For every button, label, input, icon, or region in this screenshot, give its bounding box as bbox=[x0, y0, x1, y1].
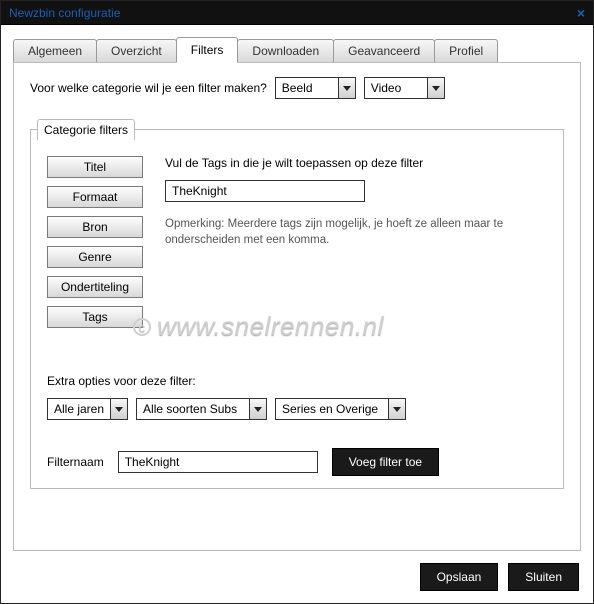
close-icon[interactable]: × bbox=[577, 6, 585, 20]
tab-body: Voor welke categorie wil je een filter m… bbox=[13, 62, 581, 551]
tags-input[interactable] bbox=[165, 180, 365, 202]
extra-options: Extra opties voor deze filter: Alle jare… bbox=[47, 374, 547, 476]
subcategory-select[interactable]: Video bbox=[364, 77, 445, 99]
subs-select[interactable]: Alle soorten Subs bbox=[136, 398, 267, 420]
close-button[interactable]: Sluiten bbox=[508, 563, 579, 591]
category-filters-fieldset: Categorie filters Titel Formaat Bron Gen… bbox=[30, 119, 564, 489]
filtername-row: Filternaam Voeg filter toe bbox=[47, 448, 547, 476]
category-question-row: Voor welke categorie wil je een filter m… bbox=[30, 77, 564, 99]
btn-bron[interactable]: Bron bbox=[47, 216, 143, 238]
filter-kind-buttons: Titel Formaat Bron Genre Ondertiteling T… bbox=[47, 156, 143, 346]
tab-profiel[interactable]: Profiel bbox=[434, 39, 498, 63]
chevron-down-icon bbox=[110, 399, 127, 419]
filtername-input[interactable] bbox=[118, 451, 318, 473]
chevron-down-icon bbox=[388, 399, 405, 419]
window-title: Newzbin configuratie bbox=[9, 6, 120, 20]
series-select-value: Series en Overige bbox=[276, 402, 388, 416]
chevron-down-icon bbox=[249, 399, 266, 419]
category-select-value: Beeld bbox=[276, 81, 338, 95]
btn-tags[interactable]: Tags bbox=[47, 306, 143, 328]
chevron-down-icon bbox=[427, 78, 444, 98]
tags-input-label: Vul de Tags in die je wilt toepassen op … bbox=[165, 156, 547, 170]
footer: Opslaan Sluiten bbox=[1, 551, 593, 603]
filtername-label: Filternaam bbox=[47, 455, 104, 469]
add-filter-button[interactable]: Voeg filter toe bbox=[332, 448, 439, 476]
right-column: Vul de Tags in die je wilt toepassen op … bbox=[165, 156, 547, 346]
config-window: Newzbin configuratie × Algemeen Overzich… bbox=[0, 0, 594, 604]
tab-overzicht[interactable]: Overzicht bbox=[96, 39, 177, 63]
year-select[interactable]: Alle jaren bbox=[47, 398, 128, 420]
tab-downloaden[interactable]: Downloaden bbox=[237, 39, 334, 63]
save-button[interactable]: Opslaan bbox=[420, 563, 499, 591]
category-question-label: Voor welke categorie wil je een filter m… bbox=[30, 81, 267, 95]
tags-note: Opmerking: Meerdere tags zijn mogelijk, … bbox=[165, 216, 547, 248]
titlebar: Newzbin configuratie × bbox=[1, 1, 593, 25]
year-select-value: Alle jaren bbox=[48, 402, 110, 416]
btn-ondertiteling[interactable]: Ondertiteling bbox=[47, 276, 143, 298]
tabstrip: Algemeen Overzicht Filters Downloaden Ge… bbox=[13, 37, 581, 63]
tab-algemeen[interactable]: Algemeen bbox=[13, 39, 97, 63]
subs-select-value: Alle soorten Subs bbox=[137, 402, 249, 416]
tab-filters[interactable]: Filters bbox=[176, 37, 239, 63]
btn-genre[interactable]: Genre bbox=[47, 246, 143, 268]
subcategory-select-value: Video bbox=[365, 81, 427, 95]
fieldset-legend: Categorie filters bbox=[37, 119, 135, 140]
content-area: Algemeen Overzicht Filters Downloaden Ge… bbox=[1, 25, 593, 551]
mid-row: Titel Formaat Bron Genre Ondertiteling T… bbox=[47, 156, 547, 346]
extra-options-label: Extra opties voor deze filter: bbox=[47, 374, 547, 388]
category-select[interactable]: Beeld bbox=[275, 77, 356, 99]
btn-titel[interactable]: Titel bbox=[47, 156, 143, 178]
series-select[interactable]: Series en Overige bbox=[275, 398, 406, 420]
chevron-down-icon bbox=[338, 78, 355, 98]
tab-geavanceerd[interactable]: Geavanceerd bbox=[333, 39, 435, 63]
btn-formaat[interactable]: Formaat bbox=[47, 186, 143, 208]
extra-options-row: Alle jaren Alle soorten Subs Series en O… bbox=[47, 398, 547, 420]
